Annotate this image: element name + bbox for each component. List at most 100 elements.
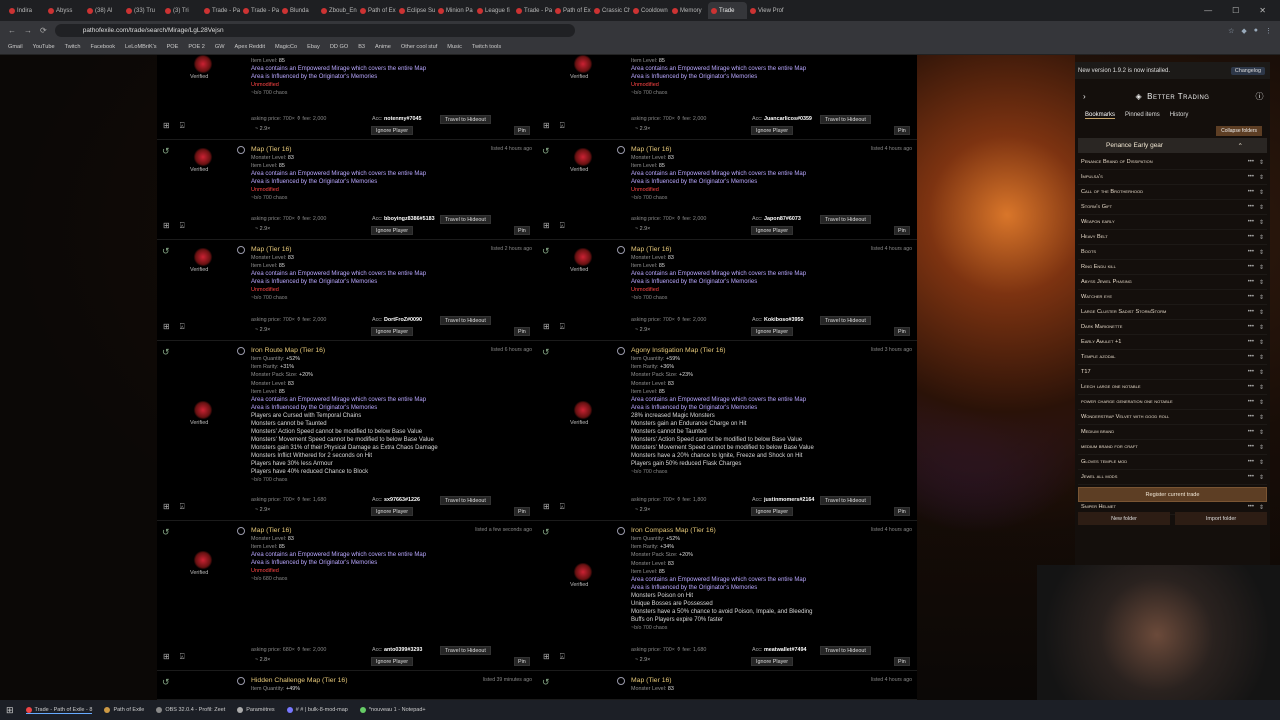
browser-tab[interactable]: View Prof xyxy=(747,2,786,19)
bookmark-item[interactable]: Impulsa's ••• ⇕ xyxy=(1078,170,1267,185)
ignore-player-button[interactable]: Ignore Player xyxy=(751,327,794,336)
more-icon[interactable]: ••• xyxy=(1248,474,1254,480)
reorder-icon[interactable]: ⇕ xyxy=(1259,429,1264,436)
ignore-player-button[interactable]: Ignore Player xyxy=(371,226,414,235)
bookmark-item[interactable]: T17 ••• ⇕ xyxy=(1078,365,1267,380)
view-icon[interactable] xyxy=(237,347,245,355)
bookmark-link[interactable]: Gmail xyxy=(8,44,23,50)
pin-button[interactable]: Pin xyxy=(514,327,530,336)
bookmark-icon[interactable]: ⊞ xyxy=(163,502,170,512)
browser-tab[interactable]: Abyss xyxy=(45,2,84,19)
bookmark-link[interactable]: POE xyxy=(167,44,179,50)
ledger-icon[interactable]: ⍓ xyxy=(560,652,565,662)
browser-tab[interactable]: League fi xyxy=(474,2,513,19)
bookmark-icon[interactable]: ⊞ xyxy=(163,322,170,332)
bookmark-item[interactable]: power charge generation one notable ••• ⇕ xyxy=(1078,395,1267,410)
more-icon[interactable]: ••• xyxy=(1248,234,1254,240)
bookmark-item[interactable]: Watcher eye ••• ⇕ xyxy=(1078,290,1267,305)
reorder-icon[interactable]: ⇕ xyxy=(1259,219,1264,226)
more-icon[interactable]: ••• xyxy=(1248,219,1254,225)
reorder-icon[interactable]: ⇕ xyxy=(1259,174,1264,181)
browser-tab[interactable]: (33) Tru xyxy=(123,2,162,19)
tab-history[interactable]: History xyxy=(1170,112,1189,118)
pin-button[interactable]: Pin xyxy=(894,126,910,135)
ignore-player-button[interactable]: Ignore Player xyxy=(751,657,794,666)
browser-tab[interactable]: Cooldown xyxy=(630,2,669,19)
reorder-icon[interactable]: ⇕ xyxy=(1259,234,1264,241)
reorder-icon[interactable]: ⇕ xyxy=(1259,369,1264,376)
more-icon[interactable]: ••• xyxy=(1248,294,1254,300)
browser-tab[interactable]: Trade - Pa xyxy=(201,2,240,19)
bookmark-icon[interactable]: ⊞ xyxy=(163,221,170,231)
taskbar-item[interactable]: Path of Exile xyxy=(104,707,144,713)
close-icon[interactable]: ✕ xyxy=(1259,6,1266,15)
ledger-icon[interactable]: ⍓ xyxy=(180,502,185,512)
browser-tab[interactable]: (38) Al xyxy=(84,2,123,19)
bookmark-link[interactable]: Anime xyxy=(375,44,391,50)
more-icon[interactable]: ••• xyxy=(1248,324,1254,330)
more-icon[interactable]: ••• xyxy=(1248,309,1254,315)
ledger-icon[interactable]: ⍓ xyxy=(560,121,565,131)
taskbar-item[interactable]: Paramètres xyxy=(237,707,275,713)
taskbar-item[interactable]: # # | bulk-8-mod-map xyxy=(286,707,348,713)
more-icon[interactable]: ••• xyxy=(1248,354,1254,360)
browser-tab[interactable]: Blunda xyxy=(279,2,318,19)
travel-to-hideout-button[interactable]: Travel to Hideout xyxy=(440,646,491,655)
browser-tab[interactable]: Indira xyxy=(6,2,45,19)
bookmark-item[interactable]: Large Cluster Sadist StormStorm ••• ⇕ xyxy=(1078,305,1267,320)
ignore-player-button[interactable]: Ignore Player xyxy=(371,657,414,666)
bookmark-link[interactable]: Apex Reddit xyxy=(235,44,265,50)
bookmark-link[interactable]: MagicCo xyxy=(275,44,297,50)
star-icon[interactable]: ☆ xyxy=(1228,27,1234,35)
bookmark-link[interactable]: B3 xyxy=(358,44,365,50)
view-icon[interactable] xyxy=(617,146,625,154)
browser-tab[interactable]: Trade xyxy=(708,2,747,19)
bookmark-item[interactable]: Gloves temple mod ••• ⇕ xyxy=(1078,455,1267,470)
travel-to-hideout-button[interactable]: Travel to Hideout xyxy=(440,215,491,224)
windows-start-icon[interactable]: ⊞ xyxy=(6,705,14,716)
bookmark-icon[interactable]: ⊞ xyxy=(543,221,550,231)
bookmark-link[interactable]: LeLoMBriK's xyxy=(125,44,157,50)
bookmark-item[interactable]: Boots ••• ⇕ xyxy=(1078,245,1267,260)
bookmark-item[interactable]: medium brand for craft ••• ⇕ xyxy=(1078,440,1267,455)
ignore-player-button[interactable]: Ignore Player xyxy=(751,226,794,235)
collapse-arrow-icon[interactable]: › xyxy=(1083,92,1086,101)
bookmark-item[interactable]: Dark Marionette ••• ⇕ xyxy=(1078,320,1267,335)
reorder-icon[interactable]: ⇕ xyxy=(1259,204,1264,211)
info-icon[interactable]: ⓘ xyxy=(1256,91,1265,102)
more-icon[interactable]: ••• xyxy=(1248,174,1254,180)
reorder-icon[interactable]: ⇕ xyxy=(1259,399,1264,406)
pin-button[interactable]: Pin xyxy=(514,226,530,235)
bookmark-item[interactable]: Abyss Jewel Phasing ••• ⇕ xyxy=(1078,275,1267,290)
new-folder-button[interactable]: New folder xyxy=(1078,512,1170,525)
view-icon[interactable] xyxy=(617,527,625,535)
bookmark-icon[interactable]: ⊞ xyxy=(163,121,170,131)
folder-header[interactable]: Penance Early gear ⌃ xyxy=(1078,138,1267,153)
more-icon[interactable]: ••• xyxy=(1248,399,1254,405)
more-icon[interactable]: ••• xyxy=(1248,279,1254,285)
register-trade-button[interactable]: Register current trade xyxy=(1078,487,1267,502)
taskbar-item[interactable]: OBS 32.0.4 - Profil: Zeet xyxy=(156,707,225,713)
bookmark-item[interactable]: Temple azodal ••• ⇕ xyxy=(1078,350,1267,365)
bookmark-link[interactable]: YouTube xyxy=(33,44,55,50)
reorder-icon[interactable]: ⇕ xyxy=(1259,414,1264,421)
more-icon[interactable]: ••• xyxy=(1248,249,1254,255)
pin-button[interactable]: Pin xyxy=(894,327,910,336)
reorder-icon[interactable]: ⇕ xyxy=(1259,294,1264,301)
more-icon[interactable]: ••• xyxy=(1248,444,1254,450)
reorder-icon[interactable]: ⇕ xyxy=(1259,264,1264,271)
reorder-icon[interactable]: ⇕ xyxy=(1259,279,1264,286)
reorder-icon[interactable]: ⇕ xyxy=(1259,504,1264,511)
ignore-player-button[interactable]: Ignore Player xyxy=(371,327,414,336)
forward-icon[interactable]: → xyxy=(24,26,32,35)
bookmark-item[interactable]: Wonderstrap Velvet with good roll ••• ⇕ xyxy=(1078,410,1267,425)
bookmark-item[interactable]: Ring Endu kill ••• ⇕ xyxy=(1078,260,1267,275)
taskbar-item[interactable]: *nouveau 1 - Notepad+ xyxy=(359,707,426,713)
taskbar-item[interactable]: Trade - Path of Exile - 8 xyxy=(25,706,93,714)
bookmark-item[interactable]: Call of the Brotherhood ••• ⇕ xyxy=(1078,185,1267,200)
bookmark-link[interactable]: Music xyxy=(447,44,462,50)
ignore-player-button[interactable]: Ignore Player xyxy=(751,507,794,516)
extension-icon[interactable]: ◆ xyxy=(1241,27,1246,35)
browser-tab[interactable]: Eclipse Su xyxy=(396,2,435,19)
browser-tab[interactable]: Minion Pa xyxy=(435,2,474,19)
